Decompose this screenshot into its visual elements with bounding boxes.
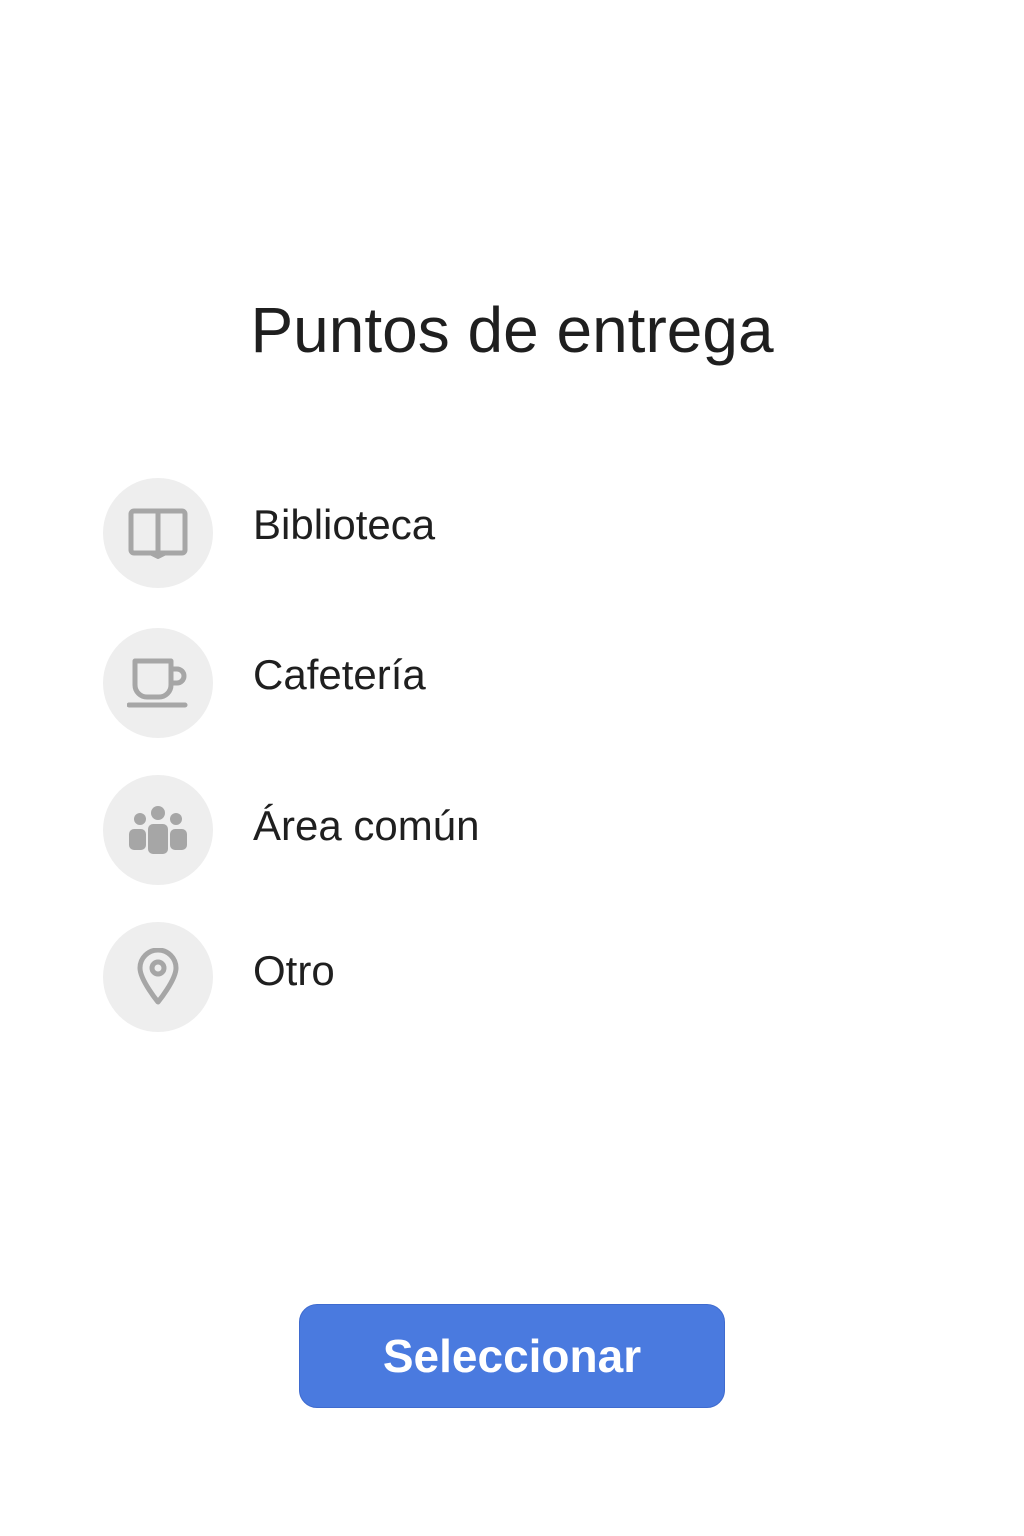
option-label: Cafetería	[253, 651, 426, 698]
option-label: Biblioteca	[253, 501, 436, 548]
option-label: Otro	[253, 947, 335, 994]
book-icon	[103, 478, 213, 588]
option-area-comun[interactable]: Área común	[103, 775, 923, 885]
select-button[interactable]: Seleccionar	[299, 1304, 725, 1408]
option-cafeteria[interactable]: Cafetería	[103, 628, 923, 738]
coffee-cup-icon	[103, 628, 213, 738]
option-label: Área común	[253, 802, 480, 849]
location-pin-icon	[103, 922, 213, 1032]
option-biblioteca[interactable]: Biblioteca	[103, 478, 923, 588]
delivery-points-screen: Puntos de entrega Biblioteca Cafetería Á…	[0, 0, 1024, 1536]
option-otro[interactable]: Otro	[103, 922, 923, 1032]
group-icon	[103, 775, 213, 885]
page-title: Puntos de entrega	[250, 294, 774, 366]
